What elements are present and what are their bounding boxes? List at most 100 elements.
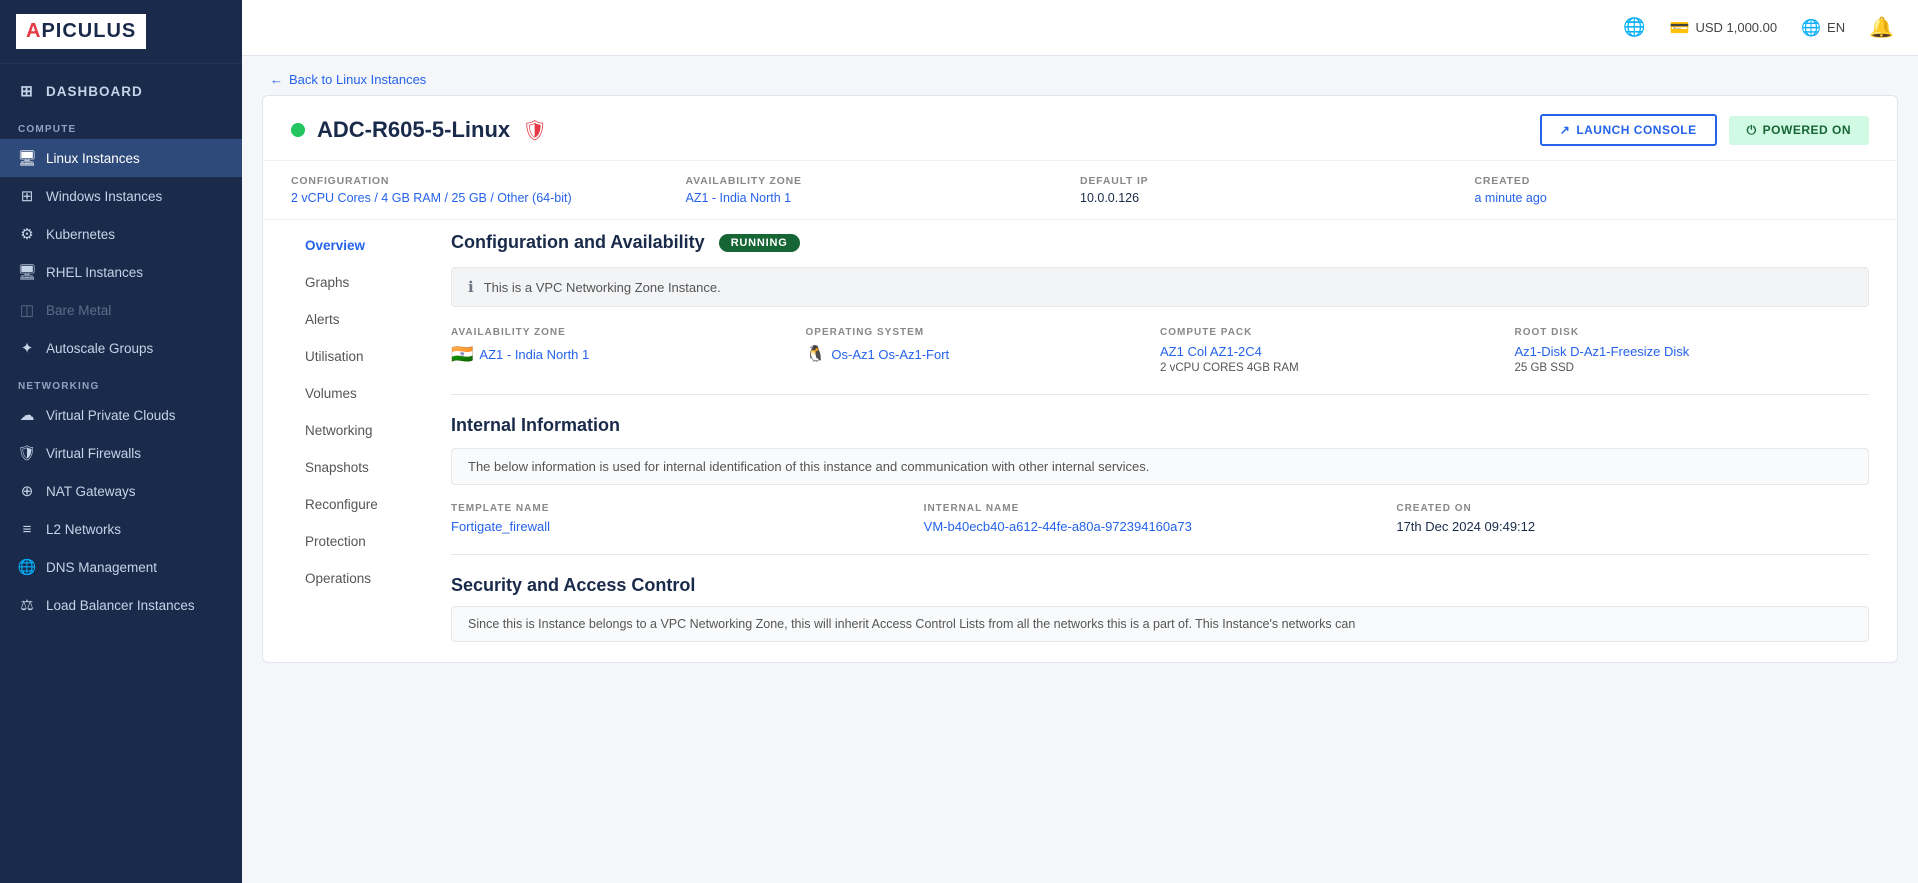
sidebar-item-windows-instances[interactable]: ⊞ Windows Instances	[0, 177, 242, 215]
sidebar-item-linux-instances[interactable]: 🖥 Linux Instances	[0, 139, 242, 177]
sidebar-item-nat-gateways[interactable]: ⊕ NAT Gateways	[0, 472, 242, 510]
internal-detail-row: TEMPLATE NAME Fortigate_firewall INTERNA…	[451, 503, 1869, 534]
launch-console-button[interactable]: ↗ LAUNCH CONSOLE	[1540, 114, 1717, 146]
az-label: AVAILABILITY ZONE	[686, 175, 1081, 187]
sidebar-item-dns-label: DNS Management	[46, 560, 157, 575]
sidebar-item-dns-management[interactable]: 🌐 DNS Management	[0, 548, 242, 586]
avail-os-label: OPERATING SYSTEM	[806, 327, 1161, 338]
tab-utilisation[interactable]: Utilisation	[291, 339, 443, 374]
translate-icon: 🌐	[1801, 18, 1821, 38]
internal-name-value: VM-b40ecb40-a612-44fe-a80a-972394160a73	[924, 519, 1397, 534]
tab-reconfigure-label: Reconfigure	[305, 497, 378, 512]
template-name-label: TEMPLATE NAME	[451, 503, 924, 514]
power-status-button[interactable]: ⏻ POWERED ON	[1729, 116, 1869, 145]
info-icon: ℹ	[468, 278, 474, 296]
tab-protection[interactable]: Protection	[291, 524, 443, 559]
running-badge: RUNNING	[719, 234, 800, 252]
config-col-az: AVAILABILITY ZONE AZ1 - India North 1	[686, 175, 1081, 205]
config-col-created: CREATED a minute ago	[1475, 175, 1870, 205]
sidebar-item-firewalls-label: Virtual Firewalls	[46, 446, 141, 461]
sidebar-item-bare-metal-label: Bare Metal	[46, 303, 111, 318]
tab-protection-label: Protection	[305, 534, 366, 549]
main-area: 🌐 💳 USD 1,000.00 🌐 EN 🔔 ← Back to Linux …	[242, 0, 1918, 883]
avail-compute-label: COMPUTE PACK	[1160, 327, 1515, 338]
globe-icon: 🌐	[1623, 17, 1645, 38]
bare-metal-icon: ◫	[18, 301, 36, 319]
sidebar-item-rhel-instances[interactable]: 🖥 RHEL Instances	[0, 253, 242, 291]
instance-card: ADC-R605-5-Linux 🛡 ↗ LAUNCH CONSOLE ⏻ PO…	[262, 95, 1898, 663]
internal-info-section: Internal Information The below informati…	[451, 415, 1869, 534]
firewall-icon: 🛡	[18, 444, 36, 462]
avail-zone-label: AVAILABILITY ZONE	[451, 327, 806, 338]
config-row: CONFIGURATION 2 vCPU Cores / 4 GB RAM / …	[263, 161, 1897, 220]
sidebar-item-kubernetes[interactable]: ⚙ Kubernetes	[0, 215, 242, 253]
security-title: Security and Access Control	[451, 575, 1869, 596]
ip-value: 10.0.0.126	[1080, 191, 1475, 205]
internal-col-internal-name: INTERNAL NAME VM-b40ecb40-a612-44fe-a80a…	[924, 503, 1397, 534]
divider-2	[451, 554, 1869, 555]
power-icon: ⏻	[1747, 123, 1757, 138]
kubernetes-icon: ⚙	[18, 225, 36, 243]
linux-instances-icon: 🖥	[18, 149, 36, 167]
language-selector[interactable]: 🌐 EN	[1801, 18, 1845, 38]
ip-label: DEFAULT IP	[1080, 175, 1475, 187]
configuration-value: 2 vCPU Cores / 4 GB RAM / 25 GB / Other …	[291, 191, 686, 205]
internal-col-template: TEMPLATE NAME Fortigate_firewall	[451, 503, 924, 534]
sidebar-item-rhel-label: RHEL Instances	[46, 265, 143, 280]
launch-console-label: LAUNCH CONSOLE	[1576, 123, 1696, 137]
globe-button[interactable]: 🌐	[1623, 17, 1645, 38]
internal-col-created-on: CREATED ON 17th Dec 2024 09:49:12	[1396, 503, 1869, 534]
instance-actions: ↗ LAUNCH CONSOLE ⏻ POWERED ON	[1540, 114, 1869, 146]
avail-compute-value: AZ1 Col AZ1-2C4	[1160, 344, 1515, 359]
template-name-value: Fortigate_firewall	[451, 519, 924, 534]
sidebar-item-dashboard-label: DASHBOARD	[46, 84, 143, 99]
created-on-value: 17th Dec 2024 09:49:12	[1396, 519, 1869, 534]
vpc-icon: ☁	[18, 406, 36, 424]
logo-text: APICULUS	[26, 20, 136, 42]
config-section-header: Configuration and Availability RUNNING	[451, 232, 1869, 253]
avail-zone-value: 🇮🇳 AZ1 - India North 1	[451, 344, 806, 365]
sidebar-item-lb-label: Load Balancer Instances	[46, 598, 195, 613]
back-link[interactable]: ← Back to Linux Instances	[270, 72, 1890, 87]
vpc-notice-text: This is a VPC Networking Zone Instance.	[484, 280, 721, 295]
sidebar-item-load-balancer[interactable]: ⚖ Load Balancer Instances	[0, 586, 242, 624]
tab-alerts[interactable]: Alerts	[291, 302, 443, 337]
created-value: a minute ago	[1475, 191, 1870, 205]
sidebar-item-bare-metal: ◫ Bare Metal	[0, 291, 242, 329]
config-col-configuration: CONFIGURATION 2 vCPU Cores / 4 GB RAM / …	[291, 175, 686, 205]
divider-1	[451, 394, 1869, 395]
instance-name: ADC-R605-5-Linux	[317, 117, 510, 143]
instance-title-row: ADC-R605-5-Linux 🛡	[291, 117, 548, 143]
dns-icon: 🌐	[18, 558, 36, 576]
security-desc: Since this is Instance belongs to a VPC …	[451, 606, 1869, 642]
avail-col-compute: COMPUTE PACK AZ1 Col AZ1-2C4 2 vCPU CORE…	[1160, 327, 1515, 374]
sidebar-item-autoscale-groups[interactable]: ✦ Autoscale Groups	[0, 329, 242, 367]
tab-snapshots-label: Snapshots	[305, 460, 369, 475]
sidebar-item-l2-networks[interactable]: ≡ L2 Networks	[0, 510, 242, 548]
shield-icon: 🛡	[522, 118, 547, 143]
power-status-label: POWERED ON	[1763, 123, 1851, 137]
tab-overview[interactable]: Overview	[291, 228, 443, 263]
language-value: EN	[1827, 20, 1845, 35]
tab-reconfigure[interactable]: Reconfigure	[291, 487, 443, 522]
sidebar-item-windows-label: Windows Instances	[46, 189, 162, 204]
currency-display[interactable]: 💳 USD 1,000.00	[1670, 18, 1778, 38]
avail-compute-sub: 2 vCPU CORES 4GB RAM	[1160, 362, 1515, 374]
avail-disk-value: Az1-Disk D-Az1-Freesize Disk	[1515, 344, 1870, 359]
sidebar-item-dashboard[interactable]: ⊞ DASHBOARD	[0, 72, 242, 110]
currency-icon: 💳	[1670, 18, 1690, 38]
internal-info-desc: The below information is used for intern…	[451, 448, 1869, 485]
nat-icon: ⊕	[18, 482, 36, 500]
tab-networking[interactable]: Networking	[291, 413, 443, 448]
tab-operations[interactable]: Operations	[291, 561, 443, 596]
tab-volumes[interactable]: Volumes	[291, 376, 443, 411]
tab-overview-label: Overview	[305, 238, 365, 253]
tab-snapshots[interactable]: Snapshots	[291, 450, 443, 485]
tab-graphs[interactable]: Graphs	[291, 265, 443, 300]
notification-bell[interactable]: 🔔	[1869, 15, 1894, 40]
sidebar-item-vpc[interactable]: ☁ Virtual Private Clouds	[0, 396, 242, 434]
sidebar-item-virtual-firewalls[interactable]: 🛡 Virtual Firewalls	[0, 434, 242, 472]
tab-nav: Overview Graphs Alerts Utilisation Volum…	[291, 220, 451, 642]
sidebar-item-linux-label: Linux Instances	[46, 151, 140, 166]
networking-section-label: NETWORKING	[0, 367, 242, 396]
